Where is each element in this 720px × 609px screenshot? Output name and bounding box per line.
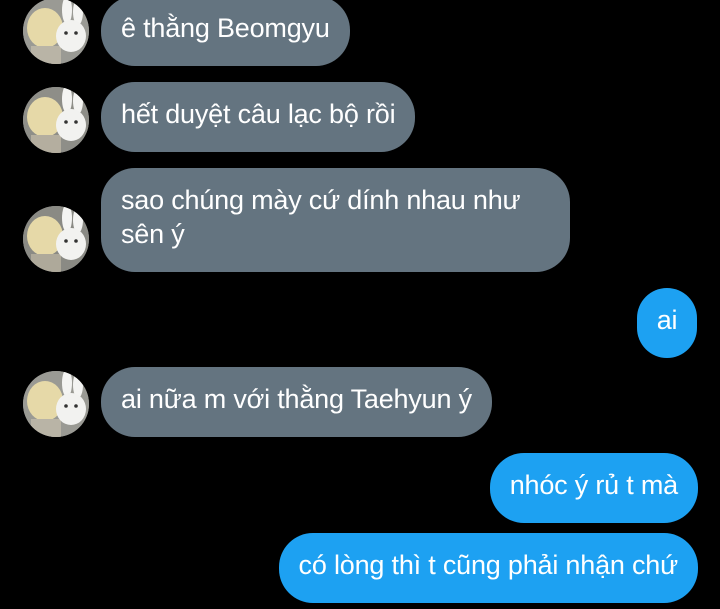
message-bubble-incoming[interactable]: ê thằng Beomgyu: [101, 0, 350, 66]
message-text-line: sên ý: [121, 219, 185, 249]
message-bubble-incoming[interactable]: ai nữa m với thằng Taehyun ý: [101, 367, 492, 437]
avatar-image-icon: [23, 87, 89, 153]
avatar-image-icon: [23, 371, 89, 437]
avatar-image-icon: [23, 206, 89, 272]
chat-thread: ê thằng Beomgyu hết duyệt câu lạc bộ rồi: [0, 0, 720, 609]
message-text: ai nữa m với thằng Taehyun ý: [121, 384, 472, 414]
sender-avatar[interactable]: [23, 0, 89, 64]
message-bubble-outgoing[interactable]: có lòng thì t cũng phải nhận chứ: [278, 533, 698, 603]
sender-avatar[interactable]: [23, 371, 89, 437]
sender-avatar[interactable]: [23, 87, 89, 153]
message-text: ê thằng Beomgyu: [121, 13, 330, 43]
message-text: nhóc ý rủ t mà: [509, 470, 678, 500]
message-bubble-incoming[interactable]: hết duyệt câu lạc bộ rồi: [101, 82, 416, 152]
message-text: ai: [656, 305, 678, 335]
message-text: hết duyệt câu lạc bộ rồi: [121, 99, 396, 129]
message-bubble-outgoing[interactable]: ai: [637, 288, 697, 358]
sender-avatar[interactable]: [23, 206, 89, 272]
message-bubble-outgoing[interactable]: nhóc ý rủ t mà: [489, 453, 698, 523]
message-text: có lòng thì t cũng phải nhận chứ: [298, 550, 679, 580]
message-text-line: sao chúng mày cứ dính nhau như: [121, 185, 521, 215]
message-bubble-incoming[interactable]: sao chúng mày cứ dính nhau như sên ý: [101, 168, 570, 272]
avatar-image-icon: [23, 0, 89, 64]
